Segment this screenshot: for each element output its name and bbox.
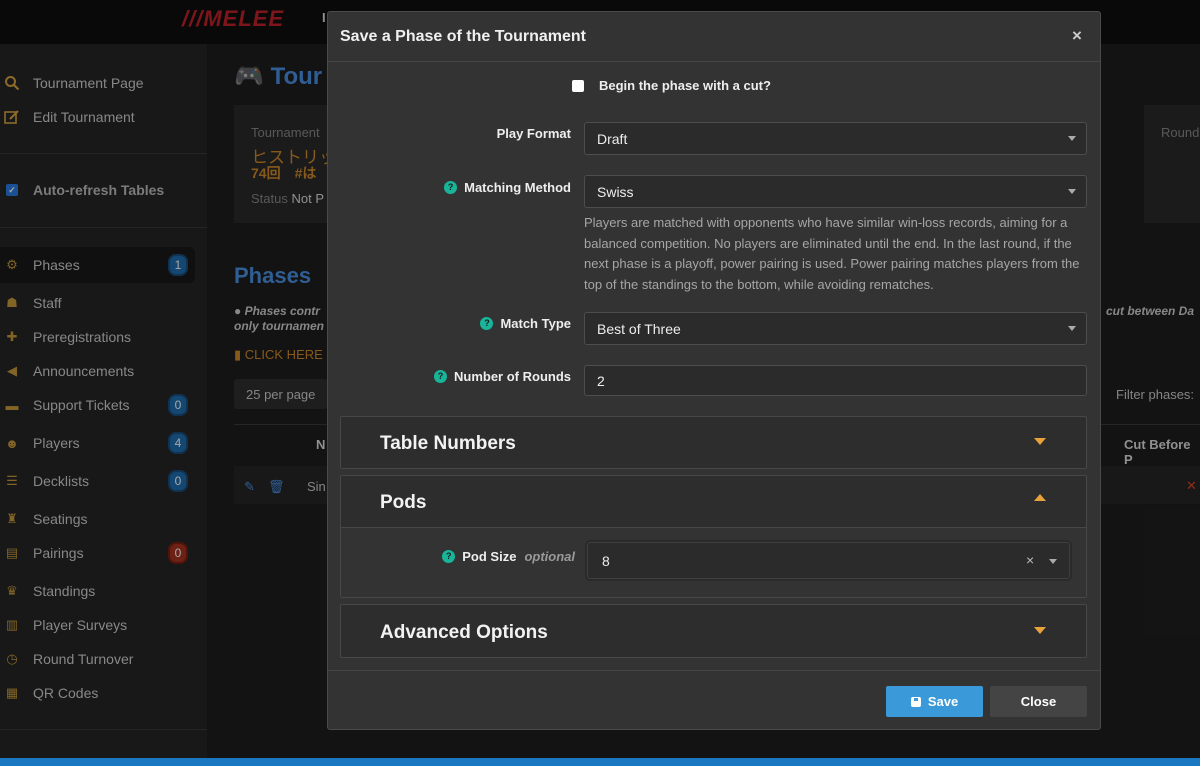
help-icon[interactable]: ?	[444, 180, 458, 194]
advanced-options-header[interactable]: Advanced Options	[341, 605, 1086, 655]
help-icon[interactable]: ?	[442, 549, 456, 563]
matching-method-description: Players are matched with opponents who h…	[584, 215, 1080, 292]
help-icon[interactable]: ?	[434, 369, 447, 383]
modal-footer: Save Close	[328, 670, 1100, 730]
clear-icon[interactable]: ×	[1026, 552, 1034, 568]
pod-size-label: ? Pod Size optional	[381, 547, 575, 565]
modal-header: Save a Phase of the Tournament ×	[328, 12, 1100, 62]
save-button[interactable]: Save	[886, 686, 983, 717]
modal-title: Save a Phase of the Tournament	[340, 28, 586, 45]
chevron-down-icon	[1049, 559, 1057, 564]
matching-method-value: Swiss	[597, 183, 634, 200]
chevron-down-icon	[1068, 136, 1076, 141]
cut-checkbox[interactable]	[572, 79, 584, 92]
save-disk-icon	[910, 696, 921, 707]
pods-section: Pods ? Pod Size optional 8 ×	[340, 475, 1087, 598]
pod-size-optional: optional	[524, 548, 575, 564]
taskbar-strip	[0, 758, 1200, 766]
table-numbers-section: Table Numbers	[340, 416, 1087, 469]
play-format-label-text: Play Format	[496, 125, 571, 141]
number-of-rounds-input[interactable]: 2	[584, 365, 1087, 396]
close-icon[interactable]: ×	[1072, 26, 1082, 46]
play-format-value: Draft	[597, 130, 628, 147]
number-of-rounds-value: 2	[597, 372, 605, 389]
number-of-rounds-label: ? Number of Rounds	[368, 367, 571, 385]
advanced-options-section: Advanced Options	[340, 604, 1087, 658]
save-phase-modal: Save a Phase of the Tournament × Begin t…	[327, 11, 1101, 730]
play-format-select[interactable]: Draft	[584, 122, 1087, 155]
save-button-label: Save	[927, 694, 959, 709]
matching-method-label-text: Matching Method	[464, 179, 571, 195]
match-type-select[interactable]: Best of Three	[584, 312, 1087, 345]
cut-checkbox-label: Begin the phase with a cut?	[599, 78, 771, 93]
close-button[interactable]: Close	[990, 686, 1087, 717]
pods-header[interactable]: Pods	[341, 476, 1086, 526]
cut-checkbox-row: Begin the phase with a cut?	[572, 78, 771, 93]
expand-arrow-icon	[1034, 627, 1046, 634]
pod-size-select[interactable]: 8 ×	[587, 542, 1070, 579]
play-format-label: Play Format	[388, 124, 571, 142]
pods-title: Pods	[380, 492, 427, 513]
matching-method-select[interactable]: Swiss	[584, 175, 1087, 208]
table-numbers-header[interactable]: Table Numbers	[341, 417, 1086, 467]
collapse-arrow-icon	[1034, 494, 1046, 501]
match-type-value: Best of Three	[597, 320, 681, 337]
pods-body: ? Pod Size optional 8 ×	[341, 527, 1086, 597]
number-of-rounds-label-text: Number of Rounds	[454, 368, 571, 384]
table-numbers-title: Table Numbers	[380, 433, 516, 454]
expand-arrow-icon	[1034, 438, 1046, 445]
match-type-label-text: Match Type	[500, 315, 571, 331]
close-button-label: Close	[1020, 694, 1057, 709]
pod-size-value: 8	[602, 552, 610, 569]
advanced-options-title: Advanced Options	[380, 622, 548, 643]
pod-size-label-text: Pod Size	[462, 548, 517, 564]
help-icon[interactable]: ?	[480, 316, 494, 330]
chevron-down-icon	[1068, 326, 1076, 331]
matching-method-label: ? Matching Method	[388, 178, 571, 196]
chevron-down-icon	[1068, 189, 1076, 194]
match-type-label: ? Match Type	[388, 314, 571, 332]
